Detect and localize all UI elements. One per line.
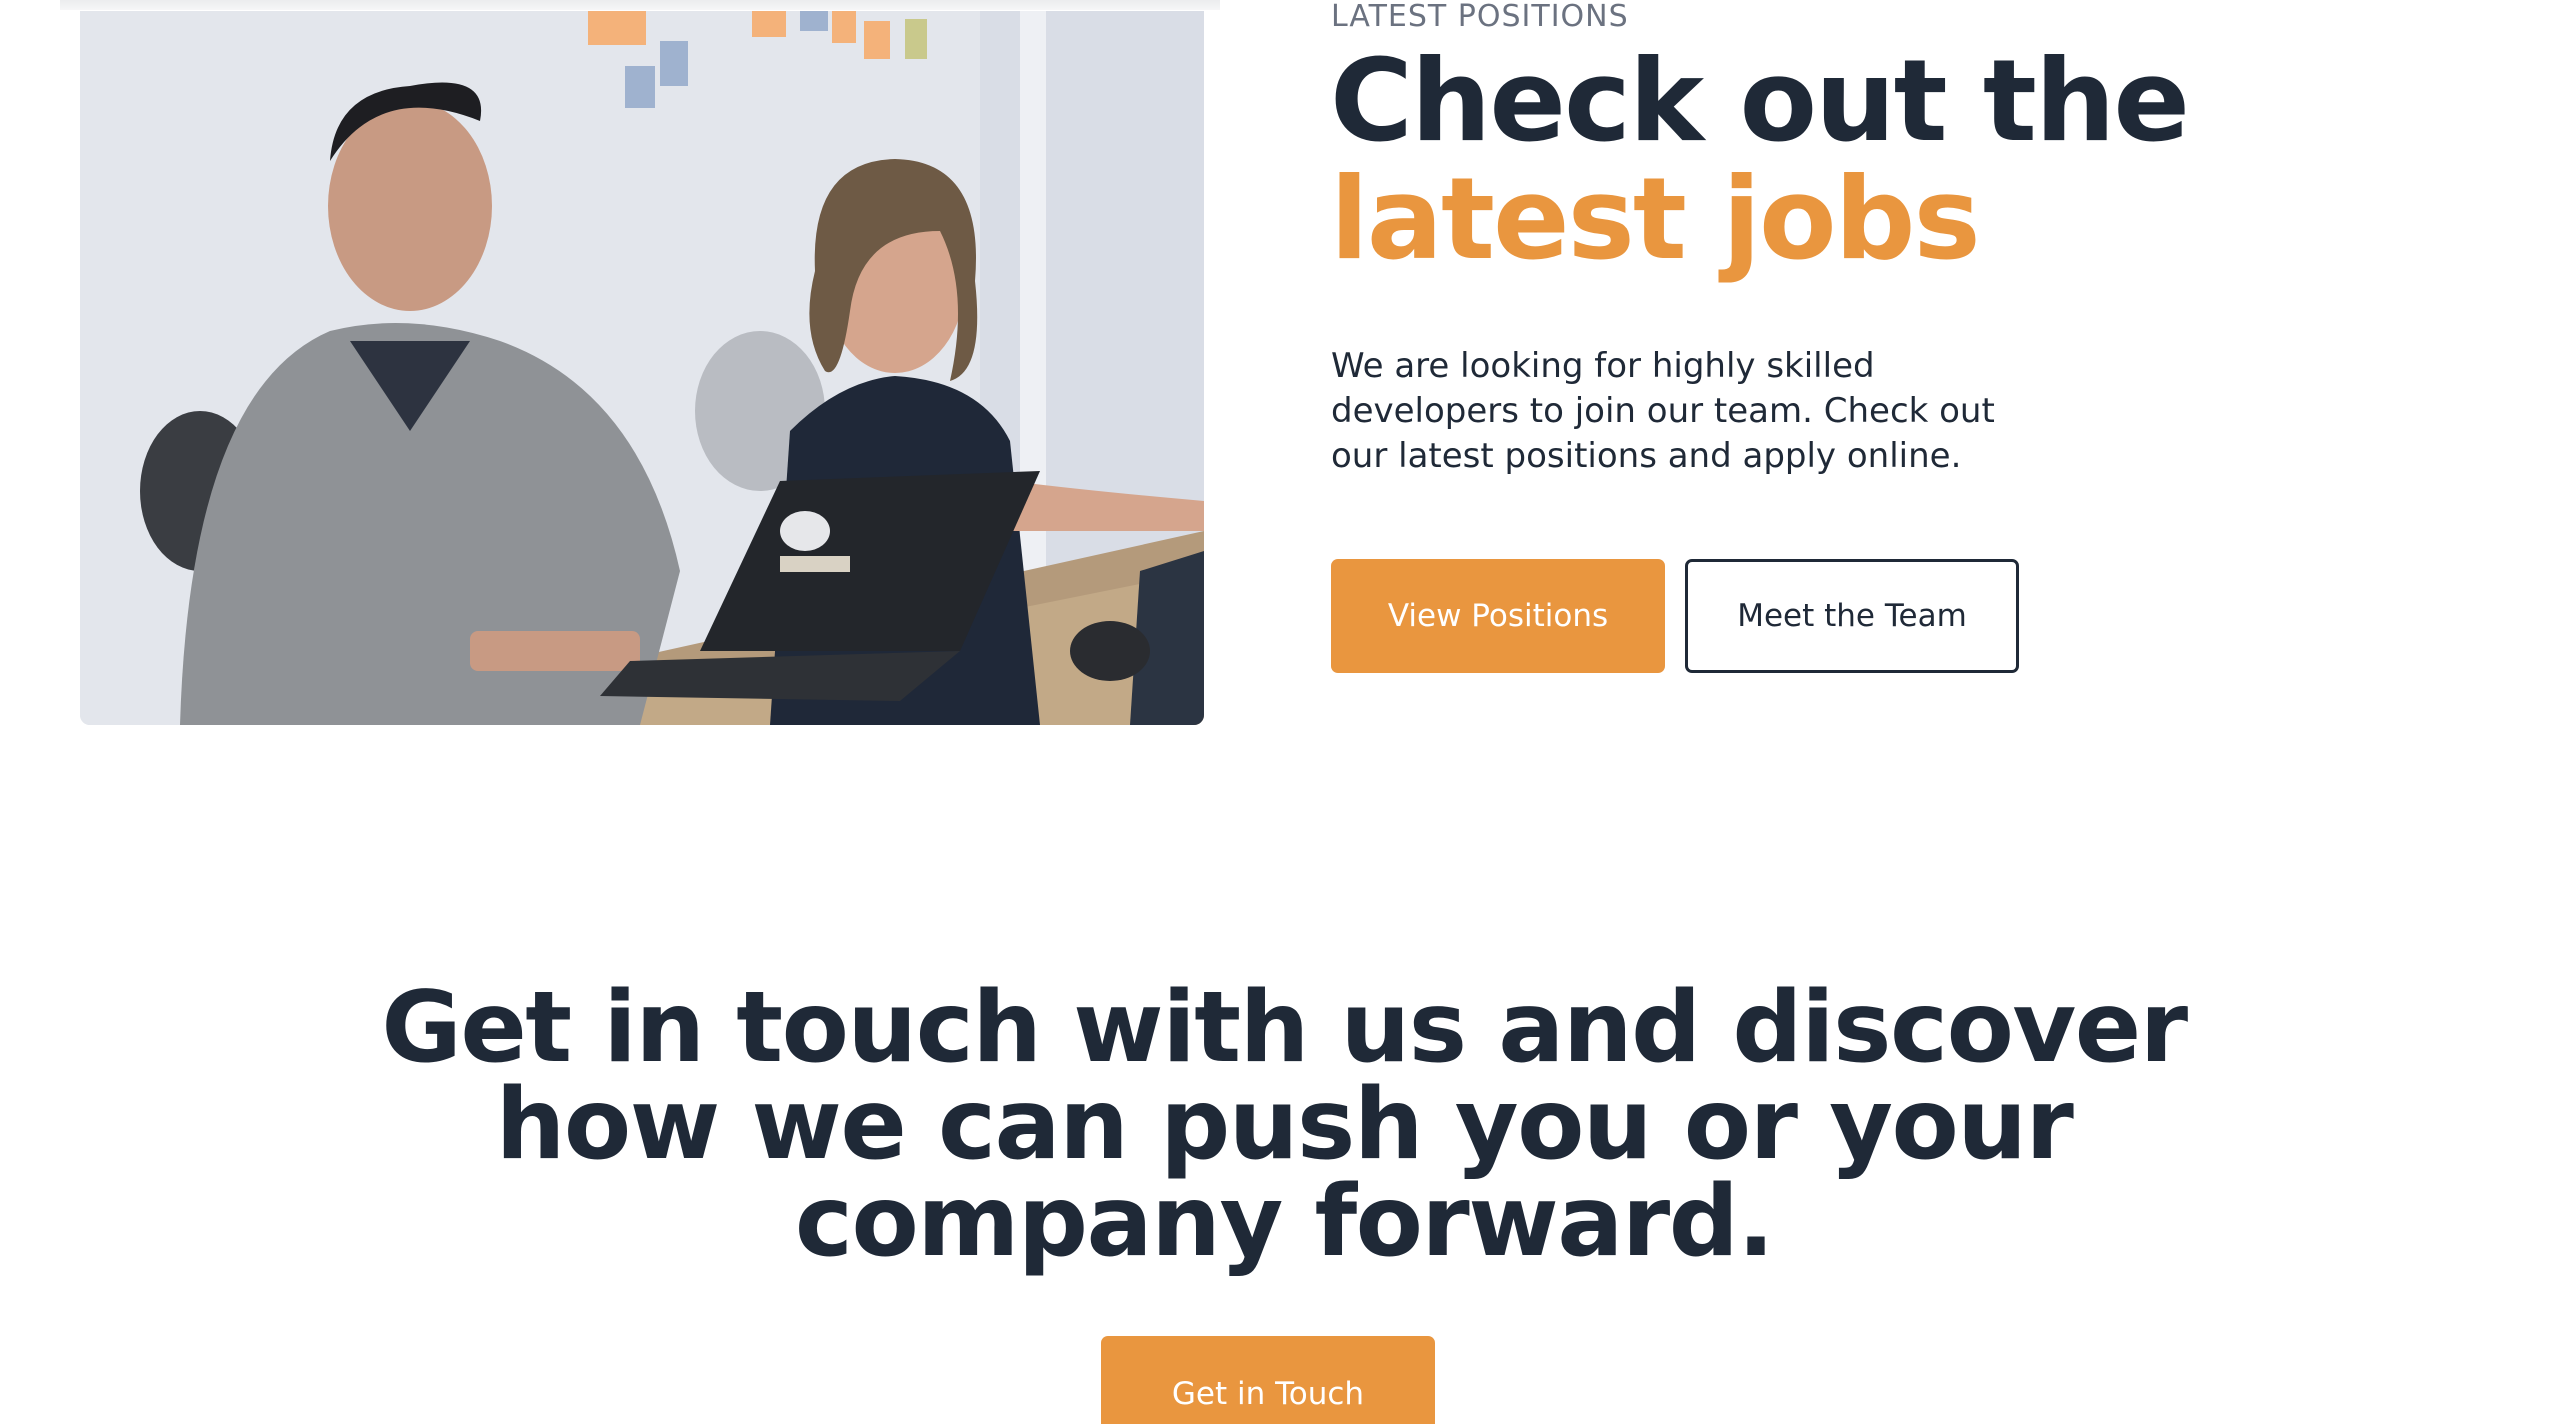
header-shadow bbox=[60, 0, 1220, 10]
positions-title-line1: Check out the bbox=[1330, 35, 2190, 167]
positions-title-accent: latest jobs bbox=[1330, 153, 1981, 285]
section-eyebrow: LATEST POSITIONS bbox=[1331, 0, 1629, 34]
get-in-touch-button[interactable]: Get in Touch bbox=[1101, 1336, 1435, 1424]
team-photo bbox=[80, 11, 1204, 725]
cta-title: Get in touch with us and discover how we… bbox=[381, 971, 2188, 1279]
page: LATEST POSITIONS Check out the latest jo… bbox=[0, 0, 2568, 1424]
positions-title: Check out the latest jobs bbox=[1330, 35, 2190, 285]
positions-description: We are looking for highly skilled develo… bbox=[1331, 346, 1995, 476]
view-positions-button[interactable]: View Positions bbox=[1331, 559, 1665, 673]
meet-the-team-button[interactable]: Meet the Team bbox=[1685, 559, 2019, 673]
